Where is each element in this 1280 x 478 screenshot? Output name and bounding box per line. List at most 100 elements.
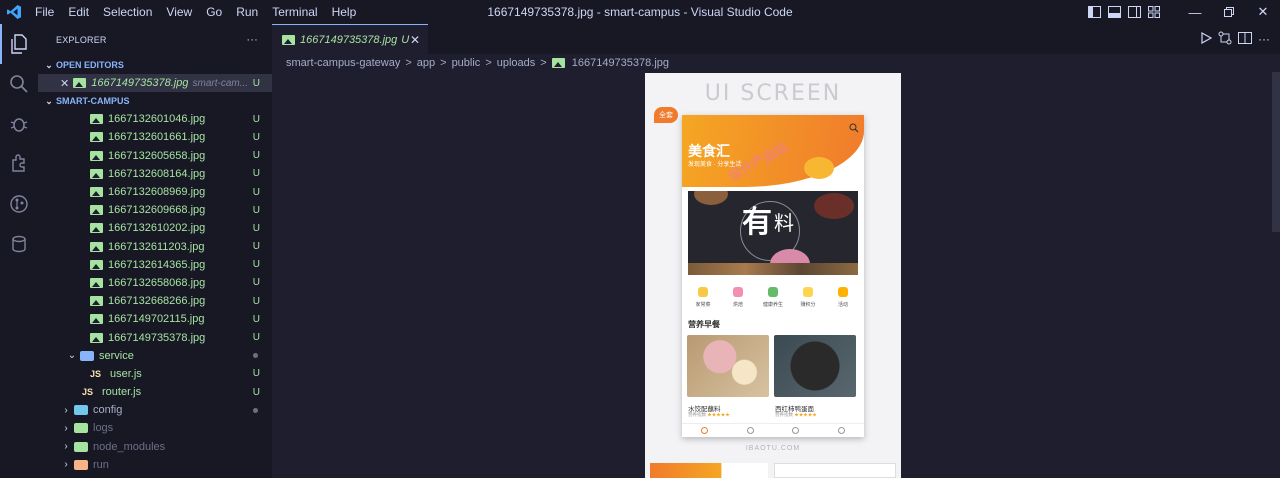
breadcrumb-separator: > [540, 57, 547, 69]
breadcrumb-item[interactable]: public [452, 57, 481, 69]
explorer-more-icon[interactable]: ··· [246, 34, 258, 46]
image-file-icon [90, 150, 103, 161]
folder-node-modules[interactable]: › node_modules [38, 438, 272, 456]
open-editors-section[interactable]: ⌄ OPEN EDITORS [38, 56, 272, 74]
category-row: 家常菜 烘焙 健康养生 赚积分 活动 [688, 287, 858, 308]
discover-icon [746, 427, 754, 434]
smart-campus-section[interactable]: ⌄ SMART-CAMPUS [38, 92, 272, 110]
file-name: 1667132658068.jpg [108, 276, 206, 289]
image-file-icon [90, 168, 103, 179]
extensions-icon[interactable] [0, 144, 38, 184]
file-item[interactable]: 1667132614365.jpg U [38, 256, 272, 274]
search-icon[interactable] [0, 64, 38, 104]
git-status-badge: U [252, 259, 260, 271]
folder-icon [74, 405, 88, 416]
modified-dot [253, 407, 258, 413]
folder-run[interactable]: › run [38, 456, 272, 474]
image-file-icon [90, 223, 103, 234]
git-status-badge: U [252, 204, 260, 216]
run-icon[interactable] [1200, 31, 1213, 47]
git-status-badge: U [401, 33, 410, 46]
file-item[interactable]: 1667132610202.jpg U [38, 219, 272, 237]
file-item[interactable]: 1667149735378.jpg U [38, 328, 272, 346]
close-tab-icon[interactable]: ✕ [410, 33, 420, 47]
toggle-secondary-sidebar-icon[interactable] [1124, 0, 1144, 24]
open-editor-desc: smart-cam... [192, 77, 249, 89]
food-meta: 营养指数 ★★★★★ [688, 412, 730, 418]
image-file-icon [90, 205, 103, 216]
menu-go[interactable]: Go [199, 0, 229, 24]
menu-edit[interactable]: Edit [61, 0, 96, 24]
close-window-button[interactable]: ✕ [1246, 0, 1280, 24]
editor-scrollbar[interactable] [1272, 72, 1280, 232]
file-item[interactable]: 1667132608969.jpg U [38, 183, 272, 201]
menu-terminal[interactable]: Terminal [265, 0, 324, 24]
menu-view[interactable]: View [159, 0, 199, 24]
file-item[interactable]: 1667132668266.jpg U [38, 292, 272, 310]
menu-help[interactable]: Help [325, 0, 364, 24]
file-item[interactable]: 1667132605658.jpg U [38, 147, 272, 165]
git-status-badge: U [252, 277, 260, 289]
file-name: 1667132601046.jpg [108, 113, 206, 126]
breadcrumb-separator: > [440, 57, 447, 69]
folder-icon [80, 350, 94, 361]
toggle-sidebar-icon[interactable] [1084, 0, 1104, 24]
chevron-down-icon: ⌄ [45, 95, 53, 106]
image-file-icon [551, 58, 565, 68]
close-editor-icon[interactable]: ✕ [60, 77, 69, 90]
breadcrumb-item[interactable]: 1667149735378.jpg [572, 57, 669, 69]
toggle-panel-icon[interactable] [1104, 0, 1124, 24]
chevron-right-icon: › [64, 404, 68, 416]
promo-banner: 有 料 [688, 191, 858, 275]
breadcrumb-item[interactable]: app [417, 57, 435, 69]
debug-icon[interactable] [0, 104, 38, 144]
breadcrumb-item[interactable]: uploads [497, 57, 536, 69]
chevron-down-icon: ⌄ [67, 350, 77, 362]
minimize-button[interactable]: — [1178, 0, 1212, 24]
customize-layout-icon[interactable] [1144, 0, 1164, 24]
file-name: user.js [110, 367, 142, 380]
file-item[interactable]: 1667132608164.jpg U [38, 165, 272, 183]
category-item: 健康养生 [758, 287, 788, 308]
open-editor-item[interactable]: ✕ 1667149735378.jpg smart-cam... U [38, 74, 272, 93]
database-icon[interactable] [0, 224, 38, 264]
more-actions-icon[interactable]: ··· [1258, 32, 1270, 46]
file-name: 1667149735378.jpg [108, 331, 206, 344]
file-item[interactable]: 1667149702115.jpg U [38, 310, 272, 328]
split-editor-icon[interactable] [1238, 31, 1252, 47]
folder-name: run [93, 458, 109, 471]
editor-tab[interactable]: 1667149735378.jpg U ✕ [272, 24, 428, 54]
file-item[interactable]: 1667132611203.jpg U [38, 238, 272, 256]
folder-logs[interactable]: › logs [38, 419, 272, 437]
file-item[interactable]: 1667132609668.jpg U [38, 201, 272, 219]
compare-changes-icon[interactable] [1218, 31, 1232, 48]
image-file-icon [90, 296, 103, 307]
open-editor-name: 1667149735378.jpg [91, 77, 189, 90]
explorer-icon[interactable] [0, 24, 38, 64]
git-status-badge: U [252, 131, 260, 143]
folder-config[interactable]: › config [38, 401, 272, 419]
app-subtitle: 发现美食 · 分享生活 [688, 162, 742, 168]
git-status-badge: U [252, 313, 260, 325]
menu-selection[interactable]: Selection [96, 0, 159, 24]
folder-icon [74, 459, 88, 470]
file-router-js[interactable]: JS router.js U [38, 383, 272, 401]
next-screen-thumbnail [774, 463, 896, 478]
banner-grains [688, 263, 858, 275]
file-item[interactable]: 1667132601046.jpg U [38, 110, 272, 128]
menu-run[interactable]: Run [229, 0, 265, 24]
file-item[interactable]: 1667132601661.jpg U [38, 128, 272, 146]
breadcrumb-item[interactable]: smart-campus-gateway [286, 57, 400, 69]
tab-label: 1667149735378.jpg [300, 33, 398, 46]
source-control-icon[interactable] [0, 184, 38, 224]
folder-service[interactable]: ⌄ service [38, 347, 272, 365]
file-user-js[interactable]: JS user.js U [38, 365, 272, 383]
project-label: SMART-CAMPUS [56, 96, 130, 107]
image-file-icon [282, 34, 295, 45]
menu-file[interactable]: File [28, 0, 61, 24]
file-item[interactable]: 1667132658068.jpg U [38, 274, 272, 292]
editor-tab-bar: 1667149735378.jpg U ✕ ··· [272, 24, 1280, 54]
restore-button[interactable] [1212, 0, 1246, 24]
folder-icon [74, 423, 88, 434]
menu-bar: File Edit Selection View Go Run Terminal… [28, 0, 363, 24]
